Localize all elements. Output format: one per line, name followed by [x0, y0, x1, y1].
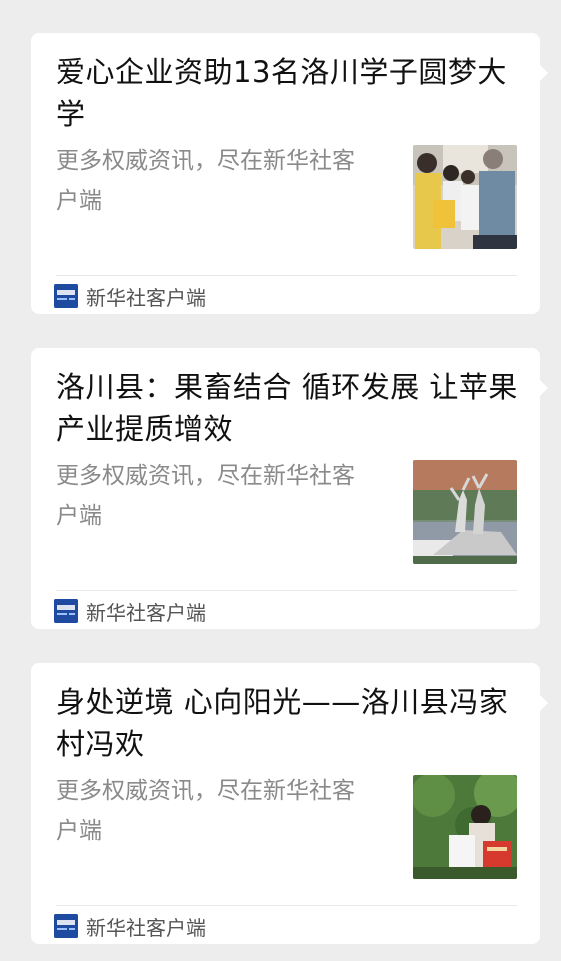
article-title: 身处逆境 心向阳光——洛川县冯家村冯欢	[56, 685, 509, 761]
article-title: 爱心企业资助13名洛川学子圆梦大学	[56, 55, 507, 131]
article-source[interactable]: 新华社客户端	[54, 598, 206, 625]
article-card-3[interactable]: 身处逆境 心向阳光——洛川县冯家村冯欢 更多权威资讯，尽在新华社客户端 新华社客…	[31, 663, 548, 944]
source-label: 新华社客户端	[86, 600, 206, 625]
card-divider	[56, 905, 517, 906]
article-card-2[interactable]: 洛川县：果畜结合 循环发展 让苹果产业提质增效 更多权威资讯，尽在新华社客户端 …	[31, 348, 548, 629]
xinhua-app-icon	[54, 914, 78, 938]
article-description: 更多权威资讯，尽在新华社客户端	[56, 778, 355, 844]
source-label: 新华社客户端	[86, 285, 206, 310]
article-source[interactable]: 新华社客户端	[54, 283, 206, 310]
article-card-1[interactable]: 爱心企业资助13名洛川学子圆梦大学 更多权威资讯，尽在新华社客户端 新华社客户端	[31, 33, 548, 314]
card-divider	[56, 590, 517, 591]
article-thumbnail-image	[413, 775, 517, 879]
xinhua-app-icon	[54, 284, 78, 308]
card-divider	[56, 275, 517, 276]
article-description: 更多权威资讯，尽在新华社客户端	[56, 148, 355, 214]
xinhua-app-icon	[54, 599, 78, 623]
article-thumbnail-image	[413, 460, 517, 564]
source-label: 新华社客户端	[86, 915, 206, 940]
article-description: 更多权威资讯，尽在新华社客户端	[56, 463, 355, 529]
article-title: 洛川县：果畜结合 循环发展 让苹果产业提质增效	[56, 370, 518, 446]
article-source[interactable]: 新华社客户端	[54, 913, 206, 940]
article-thumbnail-image	[413, 145, 517, 249]
